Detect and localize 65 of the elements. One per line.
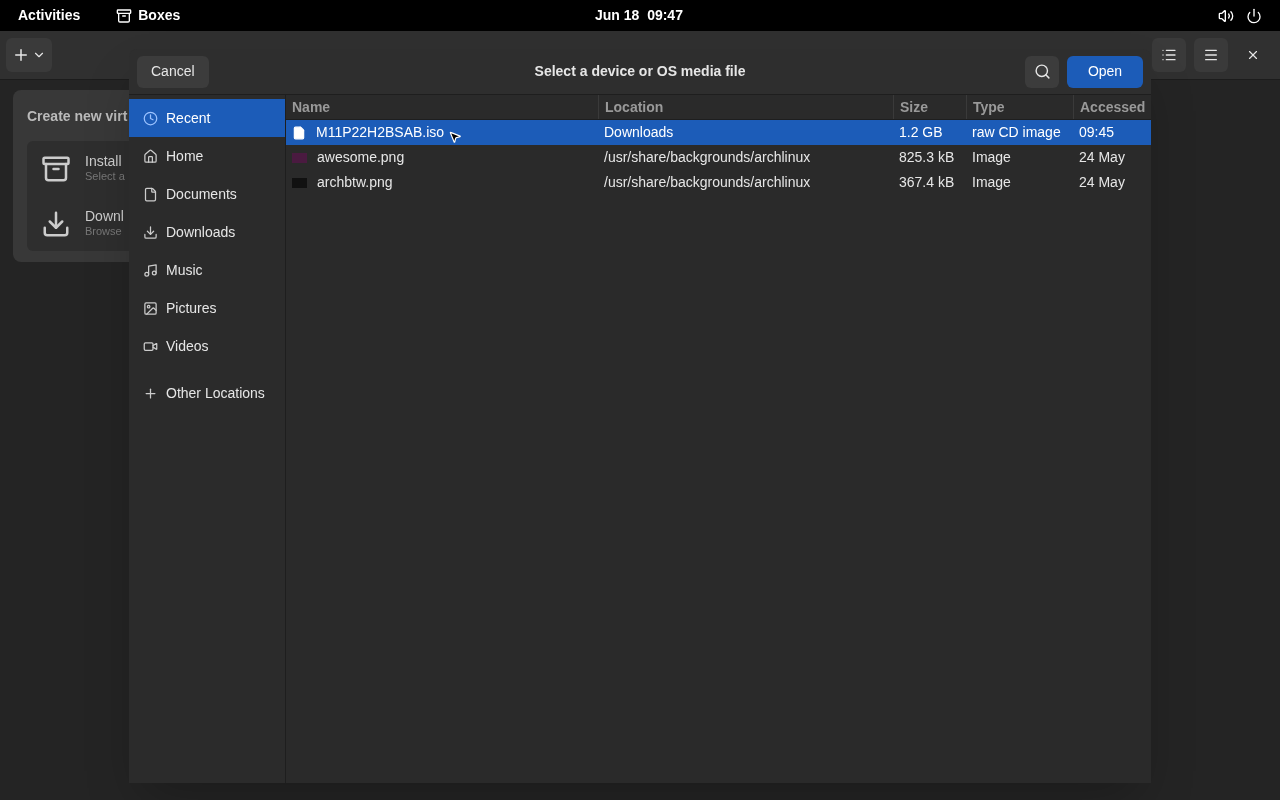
column-header[interactable]: Size [893, 95, 966, 119]
column-header[interactable]: Accessed [1073, 95, 1149, 119]
table-cell-text: Image [972, 148, 1011, 167]
popover-title: Create new virt [27, 107, 128, 126]
power-icon[interactable] [1246, 7, 1262, 24]
menu-icon [1203, 47, 1219, 63]
search-button[interactable] [1025, 55, 1059, 88]
open-button[interactable]: Open [1067, 55, 1143, 88]
table-cell-text: 825.3 kB [899, 148, 955, 167]
home-icon [143, 148, 158, 164]
table-cell-text: awesome.png [317, 148, 405, 167]
app-menu[interactable]: Boxes [138, 5, 181, 26]
sidebar-item[interactable]: Videos [129, 327, 285, 365]
sidebar-item[interactable]: Home [129, 137, 285, 175]
image-icon [143, 300, 158, 316]
sidebar-item[interactable]: Music [129, 251, 285, 289]
table-cell-text: M11P22H2BSAB.iso [316, 123, 445, 142]
volume-icon[interactable] [1218, 7, 1234, 24]
table-cell-text: 367.4 kB [899, 173, 955, 192]
table-cell-text: 09:45 [1079, 123, 1115, 142]
dialog-title: Select a device or OS media file [534, 62, 746, 81]
column-header[interactable]: Type [966, 95, 1073, 119]
file-row[interactable]: M11P22H2BSAB.iso Downloads 1.2 GB raw CD image 09:45 [286, 120, 1151, 145]
file-row[interactable]: archbtw.png /usr/share/backgrounds/archlinux 367.4 kB Image 24 May [286, 170, 1151, 195]
list-icon [1161, 47, 1177, 63]
table-cell-text: 24 May [1079, 148, 1125, 167]
clock[interactable]: Jun 18 09:47 [595, 5, 683, 26]
music-icon [143, 262, 158, 278]
mouse-cursor-icon [448, 130, 462, 144]
item-subtitle: Select a [85, 170, 125, 185]
plus-icon [12, 46, 30, 64]
column-header[interactable]: Location [598, 95, 893, 119]
search-icon [1033, 63, 1051, 80]
clock-icon [143, 110, 158, 126]
table-cell-text: /usr/share/backgrounds/archlinux [604, 173, 811, 192]
table-cell-text: raw CD image [972, 123, 1061, 142]
file-row[interactable]: awesome.png /usr/share/backgrounds/archlinux 825.3 kB Image 24 May [286, 145, 1151, 170]
activities-button[interactable]: Activities [18, 5, 81, 26]
item-subtitle: Browse [85, 225, 122, 240]
close-icon [1246, 48, 1260, 62]
boxes-app-icon [116, 7, 133, 24]
list-view-button[interactable] [1152, 38, 1186, 72]
table-cell-text: 24 May [1079, 173, 1125, 192]
item-title: Downl [85, 207, 124, 226]
sidebar-item[interactable]: Recent [129, 99, 285, 137]
file-icon [292, 125, 306, 140]
popover-item[interactable]: Downl Browse [27, 196, 129, 251]
table-cell-text: 1.2 GB [899, 123, 943, 142]
document-icon [143, 186, 158, 202]
item-title: Install [85, 152, 122, 171]
plus-icon [143, 385, 158, 401]
download-icon [143, 224, 158, 240]
table-cell-text: /usr/share/backgrounds/archlinux [604, 148, 811, 167]
popover-item[interactable]: Install Select a [27, 141, 129, 196]
cancel-button[interactable]: Cancel [137, 55, 209, 88]
table-cell-text: Downloads [604, 123, 674, 142]
sidebar-item[interactable]: Other Locations [129, 374, 285, 412]
sidebar-item[interactable]: Pictures [129, 289, 285, 327]
column-header[interactable]: Name [286, 95, 598, 119]
new-menu-button[interactable] [6, 38, 52, 72]
sidebar-item[interactable]: Documents [129, 175, 285, 213]
table-cell-text: Image [972, 173, 1011, 192]
table-cell-text: archbtw.png [317, 173, 393, 192]
menu-button[interactable] [1194, 38, 1228, 72]
sidebar-item[interactable]: Downloads [129, 213, 285, 251]
